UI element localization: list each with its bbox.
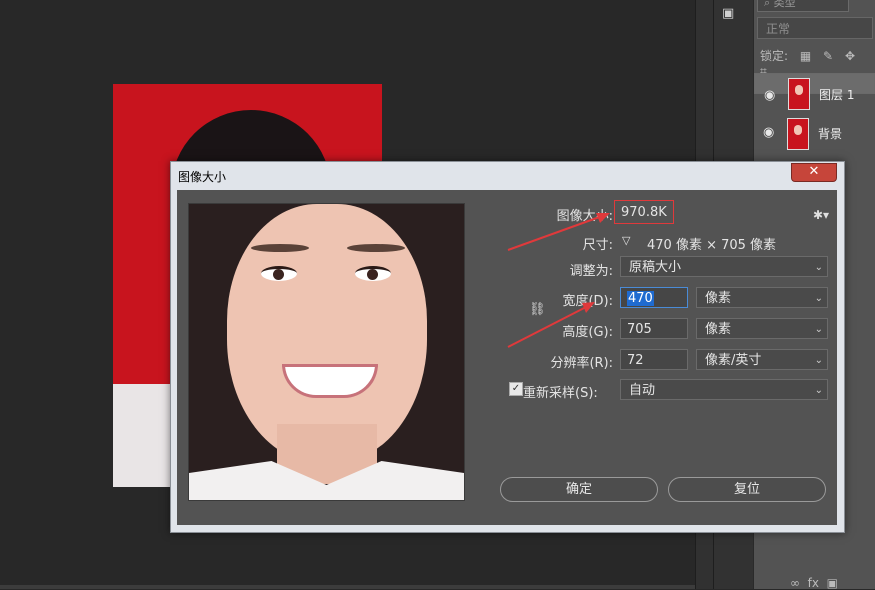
blend-mode-select[interactable]: 正常 (757, 17, 873, 39)
layer-thumbnail (787, 118, 809, 150)
chevron-down-icon: ⌄ (814, 385, 823, 396)
annotation-arrows (507, 213, 610, 348)
width-unit-select[interactable]: 像素 ⌄ (696, 287, 828, 308)
resolution-unit-select[interactable]: 像素/英寸 ⌄ (696, 349, 828, 370)
height-input[interactable]: 705 (620, 318, 688, 339)
visibility-eye-icon[interactable]: ◉ (764, 85, 778, 103)
reset-button[interactable]: 复位 (668, 477, 826, 502)
layer-row-layer1[interactable]: ◉ 图层 1 (754, 73, 875, 110)
image-size-value: 970.8K (614, 200, 674, 224)
chevron-down-icon: ⌄ (814, 355, 823, 366)
visibility-eye-icon[interactable]: ◉ (763, 125, 777, 140)
filter-label: 类型 (773, 0, 796, 9)
resample-select[interactable]: 自动 ⌄ (620, 379, 828, 400)
chevron-down-icon: ⌄ (814, 324, 823, 335)
layer-name: 背景 (818, 127, 843, 141)
preview-eye (261, 266, 297, 281)
height-value: 705 (627, 322, 652, 337)
resample-label: 重新采样(S): (523, 386, 598, 401)
width-unit: 像素 (705, 291, 732, 306)
annotation-arrow-1 (507, 214, 606, 251)
lock-move-icon[interactable]: ✥ (845, 49, 855, 63)
lock-brush-icon[interactable]: ✎ (823, 49, 833, 63)
dimensions-value: 470 像素 × 705 像素 (647, 238, 777, 253)
dimensions-dropdown-icon[interactable]: ▽ (622, 234, 630, 247)
preview-brow (251, 244, 309, 252)
width-input[interactable]: 470 (620, 287, 688, 308)
resolution-value: 72 (627, 353, 644, 368)
fx-label: fx (807, 576, 819, 590)
layer-row-background[interactable]: ◉ 背景 (754, 114, 875, 152)
resolution-unit: 像素/英寸 (705, 353, 762, 368)
height-unit: 像素 (705, 322, 732, 337)
gear-icon[interactable]: ✱▾ (813, 208, 829, 222)
fit-to-select[interactable]: 原稿大小 ⌄ (620, 256, 828, 277)
lock-label: 锁定: (760, 49, 789, 63)
resolution-input[interactable]: 72 (620, 349, 688, 370)
height-unit-select[interactable]: 像素 ⌄ (696, 318, 828, 339)
layer-name: 图层 1 (819, 88, 855, 102)
blend-mode-label: 正常 (766, 22, 791, 36)
ok-button[interactable]: 确定 (500, 477, 658, 502)
layer-filter-select[interactable]: ⌕ 类型 (757, 0, 849, 12)
chevron-down-icon: ⌄ (814, 293, 823, 304)
arrowhead-icon (582, 302, 595, 313)
layer-comps-icon[interactable]: ▣ (722, 6, 742, 24)
resample-checkbox[interactable]: ✓ (509, 382, 523, 396)
width-value: 470 (627, 291, 654, 306)
preview-eye (355, 266, 391, 281)
dialog-title: 图像大小 (178, 170, 227, 184)
fit-to-value: 原稿大小 (629, 260, 682, 275)
annotation-arrow-2 (507, 304, 591, 348)
chevron-down-icon: ⌄ (814, 262, 823, 273)
close-button[interactable]: ✕ (791, 163, 837, 182)
layer-effects-button[interactable]: ∞ fx ▣ (790, 576, 838, 590)
preview-brow (347, 244, 405, 252)
image-preview[interactable] (188, 203, 465, 501)
resample-value: 自动 (629, 383, 656, 398)
lock-transparency-icon[interactable]: ▦ (800, 49, 811, 63)
arrowhead-icon (596, 213, 610, 223)
layer-thumbnail (788, 78, 810, 110)
status-bar (0, 585, 700, 589)
